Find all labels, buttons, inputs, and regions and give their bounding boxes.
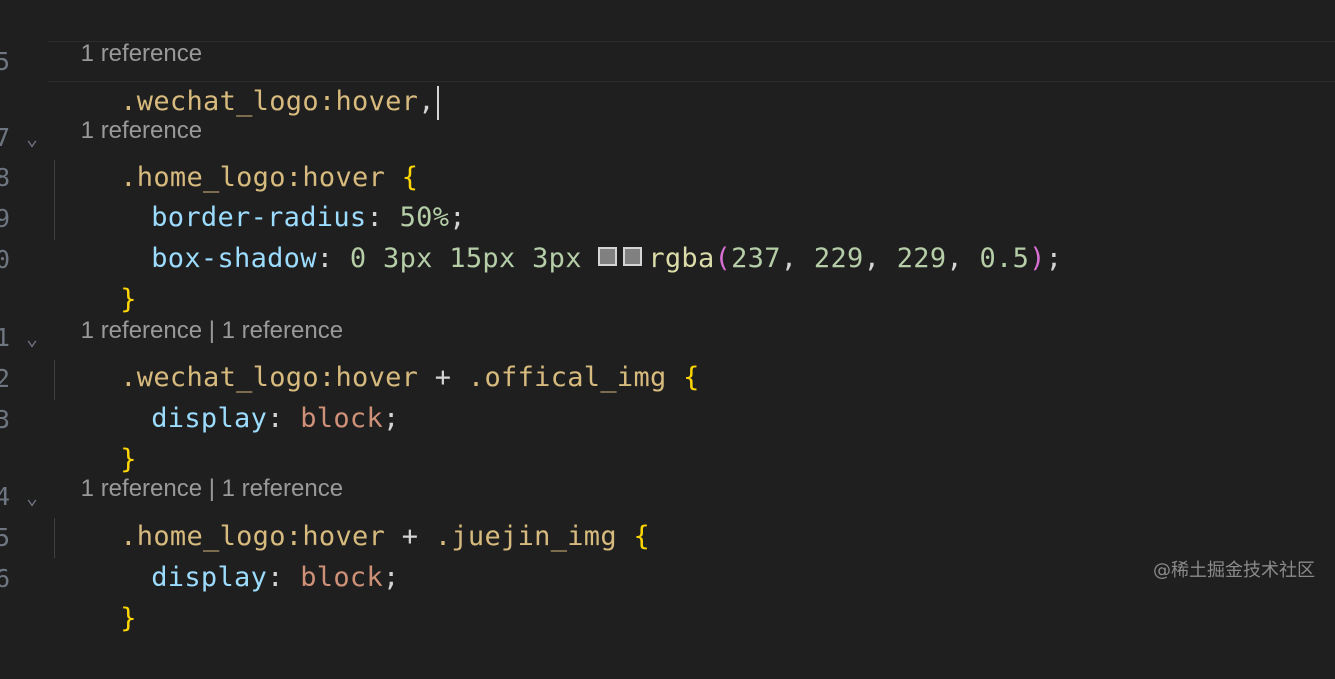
css-value: block [300,562,384,593]
codelens-references[interactable]: 1 reference [54,9,202,67]
line-number: 2 [0,364,10,393]
color-swatch-icon[interactable] [598,247,618,266]
css-value: 0 [349,243,367,274]
codelens-references[interactable]: 1 reference [54,86,202,144]
line-number: 6 [0,564,10,593]
line-number: 3 [0,405,10,434]
semicolon: ; [383,403,400,434]
brace: { [633,521,651,552]
brace: } [120,603,137,634]
code-line[interactable]: } [54,559,137,634]
code-line[interactable]: } [54,400,137,475]
rgba-arg: 229 [813,243,864,274]
code-editor[interactable]: 1 reference 5 .wechat_logo:hover, 1 refe… [0,0,1335,634]
line-number: 0 [0,245,10,274]
line-number: 7 [0,123,10,152]
code-line[interactable]: display: block; [85,518,400,593]
code-line[interactable]: .wechat_logo:hover + .offical_img { [54,318,700,393]
comma: , [863,243,881,274]
css-function: rgba [648,243,715,274]
code-line[interactable]: .wechat_logo:hover, [54,42,439,120]
combinator: + [434,362,452,393]
watermark: @稀土掘金技术社区 [1153,560,1315,581]
line-number: 5 [0,47,10,76]
comma: , [946,243,963,274]
paren-open: ( [714,243,732,274]
line-number: 9 [0,204,10,233]
text-cursor [436,85,439,120]
paren-close: ) [1029,243,1046,274]
code-line[interactable]: border-radius: 50%; [85,158,466,233]
line-number: 8 [0,163,10,192]
comma: , [780,243,798,274]
css-selector: .juejin_img [434,521,617,552]
css-property: display [151,562,268,593]
line-number: 1 [0,323,10,352]
rgba-arg: 0.5 [979,243,1030,274]
css-value: block [300,403,384,434]
semicolon: ; [383,562,400,593]
codelens-references[interactable]: 1 reference | 1 reference [54,444,343,502]
brace: { [683,362,700,393]
codelens-references[interactable]: 1 reference | 1 reference [54,286,343,344]
code-line[interactable]: .home_logo:hover + .juejin_img { [54,477,650,552]
line-number: 4 [0,482,10,511]
combinator: + [401,521,419,552]
colon: : [267,562,284,593]
css-value: 15px [449,243,516,274]
code-line[interactable]: .home_logo:hover { [54,118,418,193]
code-line[interactable]: display: block; [85,359,400,434]
colon: : [316,243,334,274]
color-swatch-icon[interactable] [623,247,643,266]
fold-chevron-icon[interactable]: ⌄ [22,477,42,517]
fold-chevron-icon[interactable]: ⌄ [22,318,42,358]
css-selector: .offical_img [467,362,667,393]
comma: , [418,86,435,117]
colon: : [267,403,284,434]
css-value: 3px [532,243,582,274]
css-property: box-shadow [151,243,317,274]
css-property: display [151,403,268,434]
rgba-arg: 237 [731,243,781,274]
line-number: 5 [0,523,10,552]
code-line[interactable]: box-shadow: 0 3px 15px 3px rgba(237, 229… [85,199,1062,274]
rgba-arg: 229 [896,243,947,274]
fold-chevron-icon[interactable]: ⌄ [22,118,42,158]
css-value: 3px [383,243,433,274]
semicolon: ; [1045,243,1063,274]
code-line[interactable]: } [54,240,137,315]
